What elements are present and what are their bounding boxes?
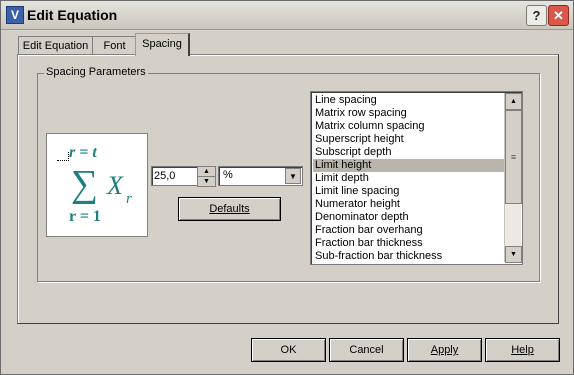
tab-spacing[interactable]: Spacing bbox=[135, 33, 190, 56]
chevron-down-icon[interactable]: ▼ bbox=[285, 168, 301, 184]
list-scrollbar[interactable]: ▲ ≡ ▼ bbox=[504, 93, 522, 263]
tab-font[interactable]: Font bbox=[92, 36, 137, 56]
spacing-parameters-label: Spacing Parameters bbox=[44, 66, 148, 78]
help-button-label: Help bbox=[511, 344, 534, 356]
scroll-up-icon[interactable]: ▲ bbox=[505, 93, 522, 110]
apply-button-label: Apply bbox=[430, 344, 459, 356]
list-item-selected[interactable]: Limit height bbox=[313, 159, 505, 172]
list-item[interactable]: Line spacing bbox=[313, 94, 505, 107]
unit-value: % bbox=[223, 169, 233, 181]
preview-upper-limit: r = t bbox=[69, 144, 97, 161]
close-button[interactable]: ✕ bbox=[548, 5, 569, 26]
unit-select[interactable]: % ▼ bbox=[218, 166, 303, 186]
window-title: Edit Equation bbox=[27, 7, 118, 23]
list-item[interactable]: Denominator depth bbox=[313, 211, 505, 224]
equation-preview: r = t ∑ X r r = 1 bbox=[46, 133, 148, 237]
title-bar[interactable]: V Edit Equation ? ✕ bbox=[1, 1, 573, 30]
summation-icon: ∑ bbox=[71, 163, 99, 205]
spacing-value-input[interactable]: 25,0 bbox=[151, 166, 202, 186]
cancel-button[interactable]: Cancel bbox=[329, 338, 404, 362]
preview-lower-limit: r = 1 bbox=[69, 208, 101, 225]
list-item[interactable]: Subscript depth bbox=[313, 146, 505, 159]
help-button[interactable]: Help bbox=[485, 338, 560, 362]
list-item[interactable]: Superscript height bbox=[313, 133, 505, 146]
spacing-parameter-list[interactable]: Line spacing Matrix row spacing Matrix c… bbox=[310, 91, 523, 265]
scroll-down-icon[interactable]: ▼ bbox=[505, 246, 522, 263]
list-item[interactable]: Limit depth bbox=[313, 172, 505, 185]
list-item[interactable]: Fraction bar overhang bbox=[313, 224, 505, 237]
help-title-button[interactable]: ? bbox=[526, 5, 547, 26]
defaults-button-label: Defaults bbox=[209, 203, 250, 215]
list-item[interactable]: Numerator height bbox=[313, 198, 505, 211]
ok-button[interactable]: OK bbox=[251, 338, 326, 362]
tab-edit-equation[interactable]: Edit Equation bbox=[18, 36, 93, 56]
list-item[interactable]: Limit line spacing bbox=[313, 185, 505, 198]
list-item[interactable]: Matrix row spacing bbox=[313, 107, 505, 120]
preview-variable: X bbox=[107, 171, 123, 200]
scroll-thumb[interactable]: ≡ bbox=[505, 110, 522, 204]
list-item[interactable]: Matrix column spacing bbox=[313, 120, 505, 133]
list-item[interactable]: Sub-fraction bar thickness bbox=[313, 250, 505, 263]
list-item[interactable]: Fraction bar thickness bbox=[313, 237, 505, 250]
limit-height-marker-icon bbox=[57, 152, 69, 161]
defaults-button[interactable]: Defaults bbox=[178, 197, 281, 221]
apply-button[interactable]: Apply bbox=[407, 338, 482, 362]
spin-down-icon[interactable]: ▼ bbox=[197, 176, 216, 187]
app-logo-icon: V bbox=[6, 6, 24, 24]
preview-subscript: r bbox=[126, 191, 132, 207]
edit-equation-dialog: V Edit Equation ? ✕ Edit Equation Font S… bbox=[0, 0, 574, 375]
